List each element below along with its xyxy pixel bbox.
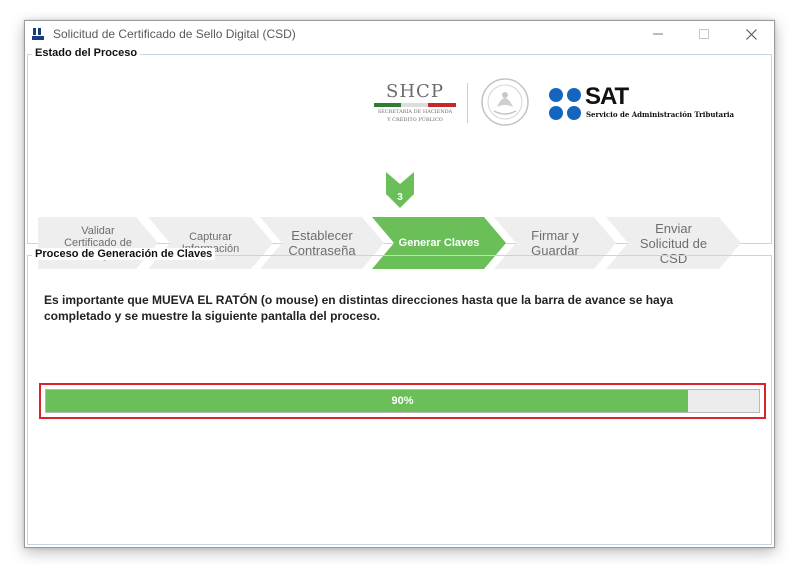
process-status-title: Estado del Proceso [32,47,141,59]
app-window: Solicitud de Certificado de Sello Digita… [24,20,775,548]
mexico-seal-icon [481,78,529,126]
minimize-button[interactable] [635,21,681,47]
instructions-line-2: completado y se muestre la siguiente pan… [44,309,381,323]
process-status-group: Estado del Proceso SHCP SECRETARÍA DE HA… [27,47,772,244]
step-label: Establecer Contraseña [288,228,356,258]
close-icon [745,28,757,40]
logos-banner: SHCP SECRETARÍA DE HACIENDA Y CRÉDITO PÚ… [364,77,764,137]
title-bar[interactable]: Solicitud de Certificado de Sello Digita… [25,21,774,47]
progress-bar: 90% [45,389,760,413]
maximize-button[interactable] [681,21,727,47]
sat-logo-title: SAT [585,83,629,110]
step-label: Firmar y Guardar [531,228,579,258]
progress-highlight: 90% [39,383,766,419]
shcp-logo-subtitle-2: Y CRÉDITO PÚBLICO [387,117,443,123]
maximize-icon [699,29,709,39]
window-title: Solicitud de Certificado de Sello Digita… [53,27,296,41]
sat-logo-dots-icon [549,88,581,120]
step-label: Generar Claves [398,237,480,249]
key-generation-title: Proceso de Generación de Claves [32,248,216,260]
shcp-logo-title: SHCP [386,81,444,102]
instructions-text: Es importante que MUEVA EL RATÓN (o mous… [44,292,744,324]
instructions-line-1: Es importante que MUEVA EL RATÓN (o mous… [44,293,674,307]
sat-logo-subtitle: Servicio de Administración Tributaria [586,110,735,119]
shcp-logo-subtitle-1: SECRETARÍA DE HACIENDA [377,109,453,115]
logo-divider [467,83,468,123]
shcp-flag-bar [374,103,456,107]
current-step-marker: 3 [386,172,414,208]
sat-app-icon [32,28,44,40]
close-button[interactable] [728,21,774,47]
progress-label: 90% [391,395,414,407]
minimize-icon [653,33,663,35]
current-step-number: 3 [397,192,403,203]
shcp-logo: SHCP SECRETARÍA DE HACIENDA Y CRÉDITO PÚ… [370,81,460,123]
key-generation-group: Proceso de Generación de Claves Es impor… [27,248,772,545]
